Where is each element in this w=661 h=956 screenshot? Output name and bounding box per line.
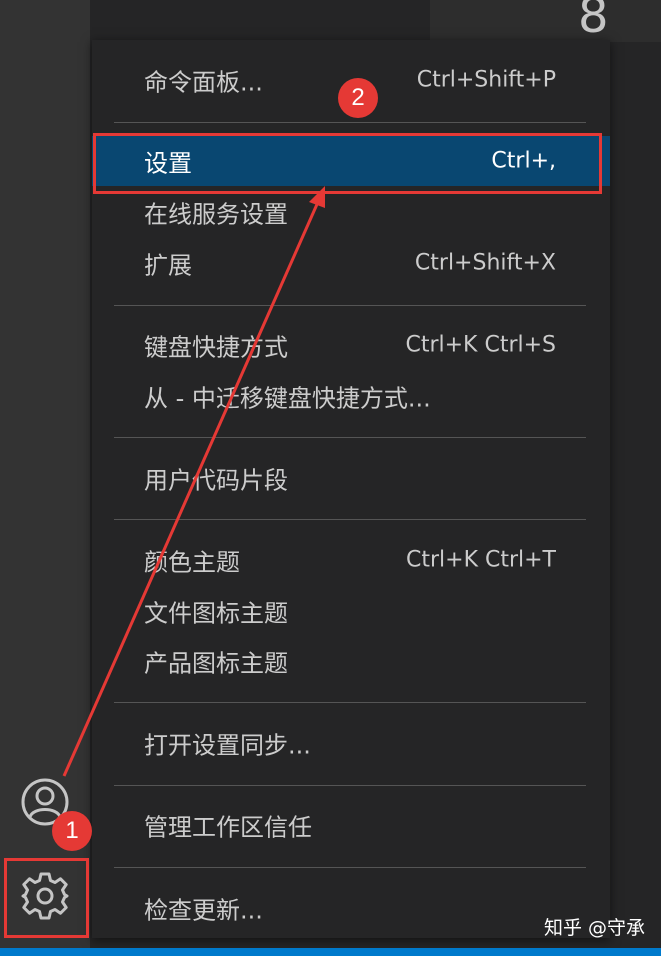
menu-item-extensions[interactable]: 扩展 Ctrl+Shift+X xyxy=(92,238,610,288)
menu-item-workspace-trust[interactable]: 管理工作区信任 xyxy=(92,800,610,850)
annotation-badge-1: 1 xyxy=(52,811,92,851)
menu-item-label: 打开设置同步... xyxy=(144,731,311,760)
editor-tab-strip xyxy=(430,0,661,42)
menu-item-label: 设置 xyxy=(144,149,192,178)
status-bar xyxy=(0,948,661,956)
menu-item-label: 键盘快捷方式 xyxy=(144,333,288,362)
menu-item-shortcut: Ctrl+Shift+P xyxy=(416,67,556,93)
menu-item-shortcut: Ctrl+K Ctrl+S xyxy=(405,332,556,358)
menu-item-migrate-keybindings[interactable]: 从 - 中迁移键盘快捷方式... xyxy=(92,371,610,421)
manage-button[interactable] xyxy=(0,856,90,936)
menu-separator xyxy=(114,305,586,306)
menu-item-settings-sync[interactable]: 打开设置同步... xyxy=(92,718,610,768)
menu-item-label: 产品图标主题 xyxy=(144,649,288,678)
menu-item-label: 检查更新... xyxy=(144,896,263,925)
menu-item-label: 在线服务设置 xyxy=(144,200,288,229)
menu-item-label: 从 - 中迁移键盘快捷方式... xyxy=(144,384,431,413)
gear-icon xyxy=(21,872,69,920)
annotation-badge-2: 2 xyxy=(338,78,378,118)
menu-separator xyxy=(114,519,586,520)
menu-item-color-theme[interactable]: 颜色主题 Ctrl+K Ctrl+T xyxy=(92,535,610,585)
menu-item-label: 颜色主题 xyxy=(144,548,240,577)
menu-item-label: 命令面板... xyxy=(144,68,263,97)
corner-digit: 8 xyxy=(578,0,609,44)
vscode-window: 8 命令面板... Ctrl+Shift+P 设置 Ctrl+, 在线服务设置 … xyxy=(0,0,661,956)
menu-item-product-icon-theme[interactable]: 产品图标主题 xyxy=(92,636,610,686)
menu-item-shortcut: Ctrl+K Ctrl+T xyxy=(405,547,556,573)
menu-item-check-updates[interactable]: 检查更新... xyxy=(92,883,610,933)
menu-item-shortcut: Ctrl+, xyxy=(491,148,556,174)
watermark: 知乎 @守承 xyxy=(543,917,645,939)
menu-item-user-snippets[interactable]: 用户代码片段 xyxy=(92,453,610,503)
menu-item-shortcut: Ctrl+Shift+X xyxy=(414,250,556,276)
menu-separator xyxy=(114,122,586,123)
menu-item-keyboard-shortcuts[interactable]: 键盘快捷方式 Ctrl+K Ctrl+S xyxy=(92,320,610,370)
menu-item-label: 用户代码片段 xyxy=(144,466,288,495)
menu-separator xyxy=(114,702,586,703)
menu-separator xyxy=(114,437,586,438)
menu-item-online-services-settings[interactable]: 在线服务设置 xyxy=(92,187,610,237)
menu-item-label: 扩展 xyxy=(144,251,192,280)
menu-separator xyxy=(114,785,586,786)
menu-item-label: 文件图标主题 xyxy=(144,599,288,628)
manage-menu: 命令面板... Ctrl+Shift+P 设置 Ctrl+, 在线服务设置 扩展… xyxy=(92,40,610,938)
menu-item-settings[interactable]: 设置 Ctrl+, xyxy=(92,136,610,186)
menu-item-file-icon-theme[interactable]: 文件图标主题 xyxy=(92,586,610,636)
menu-item-label: 管理工作区信任 xyxy=(144,813,312,842)
menu-separator xyxy=(114,867,586,868)
